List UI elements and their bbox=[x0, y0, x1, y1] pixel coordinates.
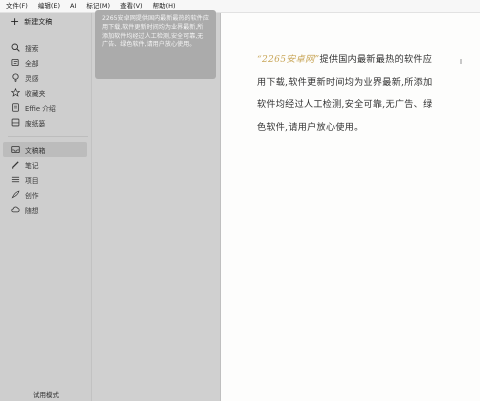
menu-ai[interactable]: AI bbox=[70, 0, 76, 12]
pencil-icon bbox=[11, 161, 19, 169]
sidebar-item-label: 创作 bbox=[25, 191, 39, 200]
sidebar-item-label: 文稿箱 bbox=[25, 146, 46, 155]
sidebar-item-label: 收藏夹 bbox=[25, 89, 46, 98]
article-card-preview: 2265安卓网提供国内最新最热的软件应用下载,软件更新时间均为业界最新,所添加软… bbox=[102, 15, 209, 49]
sidebar-item-creation[interactable]: 创作 bbox=[0, 187, 92, 202]
sidebar-item-manuscripts[interactable]: 文稿箱 bbox=[3, 142, 87, 157]
sidebar-item-inspiration[interactable]: 灵感 bbox=[0, 70, 92, 85]
plus-icon: + bbox=[10, 15, 20, 28]
sidebar-item-label: 全部 bbox=[25, 59, 39, 68]
inbox-icon bbox=[11, 145, 20, 154]
sidebar-item-label: 废纸篓 bbox=[25, 119, 46, 128]
lightbulb-icon bbox=[12, 73, 19, 82]
trash-icon bbox=[11, 118, 20, 127]
menu-file[interactable]: 文件(F) bbox=[6, 0, 28, 12]
editor-pane[interactable]: “2265安卓网”提供国内最新最热的软件应用下载,软件更新时间均为业界最新,所添… bbox=[221, 13, 480, 401]
sidebar-nav-folders: 文稿箱 笔记 项目 创作 随想 bbox=[0, 142, 92, 217]
star-icon bbox=[11, 88, 20, 97]
article-list: 2265安卓网提供国内最新最热的软件应用下载,软件更新时间均为业界最新,所添加软… bbox=[92, 10, 221, 401]
menu-edit[interactable]: 编辑(E) bbox=[38, 0, 60, 12]
stack-icon bbox=[11, 58, 19, 67]
sidebar-item-all[interactable]: 全部 bbox=[0, 55, 92, 70]
menu-bar: 文件(F) 编辑(E) AI 标记(M) 查看(V) 帮助(H) bbox=[0, 0, 480, 13]
sidebar-item-label: 笔记 bbox=[25, 161, 39, 170]
list-icon bbox=[11, 176, 20, 183]
sidebar-item-favorites[interactable]: 收藏夹 bbox=[0, 85, 92, 100]
search-icon bbox=[11, 43, 20, 52]
sidebar-item-projects[interactable]: 项目 bbox=[0, 172, 92, 187]
sidebar-nav-top: 搜索 全部 灵感 收藏夹 Effie 介绍 废纸篓 bbox=[0, 40, 92, 130]
sidebar-item-label: 搜索 bbox=[25, 44, 39, 53]
editor-body-text: 提供国内最新最热的软件应用下载,软件更新时间均为业界最新,所添加软件均经过人工检… bbox=[257, 55, 433, 133]
article-card[interactable]: 2265安卓网提供国内最新最热的软件应用下载,软件更新时间均为业界最新,所添加软… bbox=[95, 10, 216, 79]
trial-mode-label[interactable]: 试用模式 bbox=[0, 389, 92, 399]
scroll-indicator[interactable] bbox=[460, 59, 462, 64]
app-window: 文件(F) 编辑(E) AI 标记(M) 查看(V) 帮助(H) + 新建文稿 … bbox=[0, 0, 480, 401]
new-document-label: 新建文稿 bbox=[24, 18, 53, 26]
cloud-icon bbox=[11, 206, 20, 213]
sidebar-divider bbox=[8, 136, 88, 137]
sidebar-item-search[interactable]: 搜索 bbox=[0, 40, 92, 55]
sidebar-item-label: Effie 介绍 bbox=[25, 104, 56, 113]
new-document-button[interactable]: + 新建文稿 bbox=[10, 15, 53, 28]
sidebar-item-trash[interactable]: 废纸篓 bbox=[0, 115, 92, 130]
sidebar-item-effie-intro[interactable]: Effie 介绍 bbox=[0, 100, 92, 115]
sidebar-item-label: 项目 bbox=[25, 176, 39, 185]
highlighted-text: “2265安卓网” bbox=[257, 55, 320, 65]
editor-text[interactable]: “2265安卓网”提供国内最新最热的软件应用下载,软件更新时间均为业界最新,所添… bbox=[257, 49, 440, 139]
document-icon bbox=[12, 103, 19, 112]
sidebar: + 新建文稿 搜索 全部 灵感 收藏夹 Effie 介绍 废纸篓 文稿箱 笔记 … bbox=[0, 13, 92, 401]
sidebar-item-notes[interactable]: 笔记 bbox=[0, 157, 92, 172]
feather-icon bbox=[11, 190, 20, 199]
sidebar-item-thoughts[interactable]: 随想 bbox=[0, 202, 92, 217]
sidebar-item-label: 灵感 bbox=[25, 74, 39, 83]
sidebar-item-label: 随想 bbox=[25, 206, 39, 215]
